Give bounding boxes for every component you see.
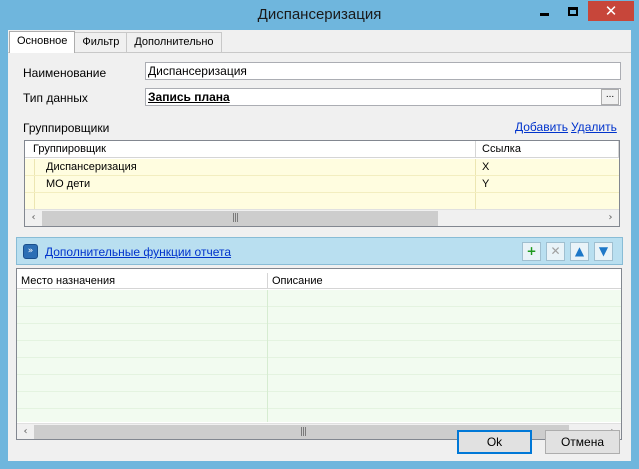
type-label: Тип данных: [23, 91, 88, 105]
groupers-label: Группировщики: [23, 121, 110, 135]
grouper-name-cell: Диспансеризация: [35, 159, 476, 175]
minimize-button[interactable]: [531, 1, 557, 21]
scrollbar-thumb[interactable]: |||: [42, 211, 438, 226]
column-divider: [267, 290, 268, 422]
dialog-window: Диспансеризация ✕ Основное Фильтр Дополн…: [0, 0, 639, 469]
groupers-header: Группировщик Ссылка: [25, 141, 619, 158]
empty-row: [25, 193, 619, 209]
grip-icon: |||: [232, 213, 239, 223]
close-icon: ✕: [604, 1, 618, 20]
grouper-ref-cell: Y: [482, 178, 490, 190]
name-field[interactable]: Диспансеризация: [145, 62, 621, 80]
expand-double-chevron-icon[interactable]: »: [23, 244, 38, 259]
title-bar[interactable]: Диспансеризация ✕: [0, 0, 639, 30]
grouper-ref-cell: X: [482, 161, 490, 173]
table-row[interactable]: Диспансеризация X: [25, 159, 619, 176]
type-field[interactable]: Запись плана: [145, 88, 621, 106]
groupers-table: Группировщик Ссылка Диспансеризация X МО…: [24, 140, 620, 227]
move-down-icon[interactable]: ▼: [594, 242, 613, 261]
empty-cell: [476, 193, 619, 209]
close-button[interactable]: ✕: [588, 1, 634, 21]
column-header-ref[interactable]: Ссылка: [476, 141, 619, 157]
horizontal-scrollbar[interactable]: ‹ ||| ›: [25, 209, 619, 226]
destinations-rows[interactable]: [17, 290, 621, 422]
scroll-right-icon[interactable]: ›: [602, 210, 619, 226]
row-marker: [25, 176, 35, 192]
row-marker: [25, 159, 35, 175]
destinations-table: Место назначения Описание ‹ ||| ›: [16, 268, 622, 440]
column-header-destination[interactable]: Место назначения: [17, 273, 268, 288]
extra-functions-link[interactable]: Дополнительные функции отчета: [45, 245, 231, 259]
remove-icon[interactable]: ✕: [546, 242, 565, 261]
column-header-grouper[interactable]: Группировщик: [25, 141, 476, 157]
tab-main[interactable]: Основное: [9, 31, 76, 53]
name-label: Наименование: [23, 66, 107, 80]
extra-functions-bar: » Дополнительные функции отчета + ✕ ▲ ▼: [16, 237, 623, 265]
empty-cell: [35, 193, 476, 209]
maximize-icon: [567, 6, 578, 16]
tab-strip: Основное Фильтр Дополнительно: [9, 31, 222, 53]
scroll-left-icon[interactable]: ‹: [25, 210, 42, 226]
tab-additional[interactable]: Дополнительно: [126, 32, 222, 53]
ok-button[interactable]: Ok: [457, 430, 532, 454]
table-row[interactable]: МО дети Y: [25, 176, 619, 193]
tab-filter[interactable]: Фильтр: [74, 32, 128, 53]
row-marker: [25, 193, 35, 209]
grouper-name-cell: МО дети: [35, 176, 476, 192]
destinations-header: Место назначения Описание: [17, 273, 621, 289]
delete-grouper-link[interactable]: Удалить: [571, 120, 617, 134]
type-select-button[interactable]: ...: [601, 89, 619, 105]
maximize-button[interactable]: [559, 1, 586, 21]
grip-icon: |||: [300, 427, 307, 437]
add-icon[interactable]: +: [522, 242, 541, 261]
tab-divider: [8, 52, 631, 53]
move-up-icon[interactable]: ▲: [570, 242, 589, 261]
dialog-body: Основное Фильтр Дополнительно Наименован…: [8, 30, 631, 461]
column-header-description[interactable]: Описание: [268, 273, 621, 288]
cancel-button[interactable]: Отмена: [545, 430, 620, 454]
scroll-left-icon[interactable]: ‹: [17, 424, 34, 439]
minimize-icon: [539, 12, 549, 16]
add-grouper-link[interactable]: Добавить: [515, 120, 568, 134]
